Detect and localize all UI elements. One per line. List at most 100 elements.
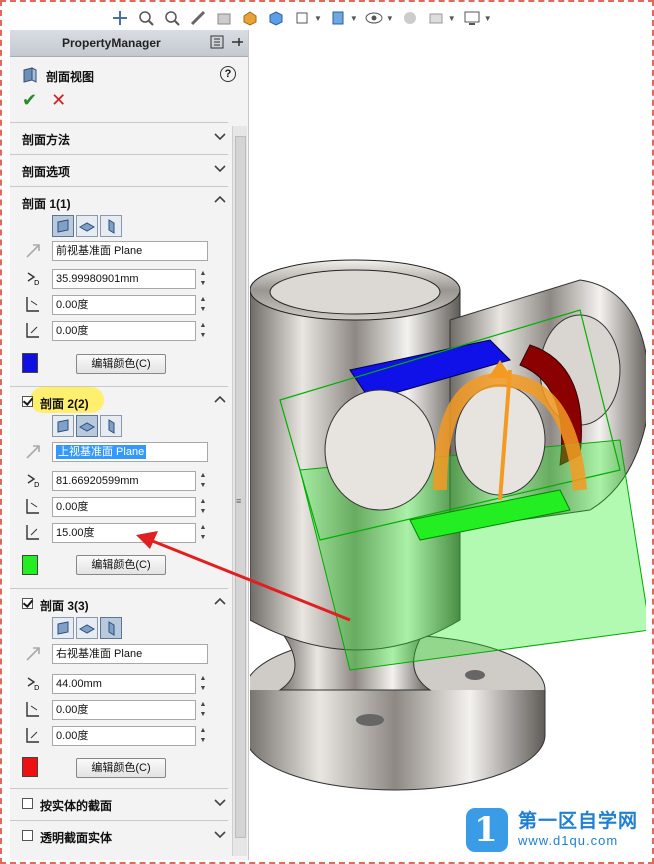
y-rotation-spinner[interactable]: ▲ ▼ xyxy=(198,321,208,341)
x-rotation-field[interactable]: 0.00度 xyxy=(52,295,196,315)
plane-button-row xyxy=(52,617,122,639)
y-rotation-icon xyxy=(24,523,42,541)
section-view-feature-icon xyxy=(22,67,38,83)
y-rotation-spinner[interactable]: ▲ ▼ xyxy=(198,726,208,746)
chevron-down-icon[interactable]: ▼ xyxy=(448,14,456,23)
offset-distance-field[interactable]: 35.99980901mm xyxy=(52,269,196,289)
appearance-icon[interactable] xyxy=(400,9,420,27)
scroll-grip-icon: ≡ xyxy=(236,496,242,506)
top-plane-button[interactable] xyxy=(76,415,98,437)
front-plane-button[interactable] xyxy=(52,215,74,237)
right-plane-button[interactable] xyxy=(100,617,122,639)
section-2-checkbox[interactable] xyxy=(22,396,33,407)
group-header[interactable]: 剖面 2(2) xyxy=(10,387,228,417)
chevron-down-icon[interactable]: ▼ xyxy=(484,14,492,23)
group-title: 剖面 3(3) xyxy=(40,599,89,613)
section-by-body-checkbox[interactable] xyxy=(22,798,33,809)
x-rotation-icon xyxy=(24,295,42,313)
svg-text:D: D xyxy=(34,684,39,692)
display-style-icon[interactable] xyxy=(292,9,312,27)
group-title: 按实体的截面 xyxy=(40,799,113,813)
pin-icon[interactable] xyxy=(230,35,244,52)
hide-show-items-icon[interactable] xyxy=(328,9,348,27)
section-view-icon[interactable] xyxy=(188,9,208,27)
reference-plane-field[interactable]: 上视基准面 Plane xyxy=(52,442,208,462)
model-viewport[interactable] xyxy=(250,30,646,856)
top-plane-button[interactable] xyxy=(76,617,98,639)
chevron-up-icon[interactable] xyxy=(212,392,228,408)
chevron-down-icon[interactable] xyxy=(212,128,228,144)
chevron-down-icon[interactable] xyxy=(212,826,228,842)
x-rotation-spinner[interactable]: ▲ ▼ xyxy=(198,700,208,720)
help-button[interactable]: ? xyxy=(220,66,236,82)
offset-spinner[interactable]: ▲ ▼ xyxy=(198,471,208,491)
scrollbar-thumb[interactable] xyxy=(235,136,246,838)
chevron-up-icon[interactable] xyxy=(212,192,228,208)
right-plane-button[interactable] xyxy=(100,215,122,237)
group-section-by-body: 按实体的截面 xyxy=(10,788,228,819)
eye-icon[interactable] xyxy=(364,9,384,27)
edit-color-button[interactable]: 编辑颜色(C) xyxy=(76,354,166,374)
x-rotation-field[interactable]: 0.00度 xyxy=(52,700,196,720)
watermark-logo: 1 第一区自学网 www.d1qu.com xyxy=(466,806,642,854)
transparent-section-checkbox[interactable] xyxy=(22,830,33,841)
x-rotation-spinner[interactable]: ▲ ▼ xyxy=(198,497,208,517)
group-header[interactable]: 剖面方法 xyxy=(10,123,228,153)
chevron-up-icon[interactable] xyxy=(212,594,228,610)
plane-button-row xyxy=(52,415,122,437)
y-rotation-field[interactable]: 15.00度 xyxy=(52,523,196,543)
chevron-down-icon[interactable]: ▼ xyxy=(350,14,358,23)
zoom-to-fit-icon[interactable] xyxy=(110,9,130,27)
view-orientation-icon[interactable] xyxy=(240,9,260,27)
view-settings-icon[interactable] xyxy=(462,9,482,27)
reference-plane-field[interactable]: 前视基准面 Plane xyxy=(52,241,208,261)
group-title: 剖面 2(2) xyxy=(40,397,89,411)
previous-view-icon[interactable] xyxy=(162,9,182,27)
chevron-down-icon[interactable] xyxy=(212,160,228,176)
cancel-button[interactable]: ✕ xyxy=(51,90,66,111)
offset-distance-field[interactable]: 81.66920599mm xyxy=(52,471,196,491)
chevron-down-icon[interactable] xyxy=(212,794,228,810)
y-rotation-field[interactable]: 0.00度 xyxy=(52,726,196,746)
scene-icon[interactable] xyxy=(426,9,446,27)
group-header[interactable]: 剖面选项 xyxy=(10,155,228,185)
x-rotation-field[interactable]: 0.00度 xyxy=(52,497,196,517)
logo-mark: 1 xyxy=(466,808,508,852)
chevron-down-icon[interactable]: ▼ xyxy=(314,14,322,23)
section-3-checkbox[interactable] xyxy=(22,598,33,609)
group-header[interactable]: 透明截面实体 xyxy=(10,821,228,851)
panel-scrollbar[interactable]: ≡ xyxy=(232,126,247,856)
group-transparent-section: 透明截面实体 xyxy=(10,820,228,851)
svg-text:D: D xyxy=(34,481,39,489)
front-plane-button[interactable] xyxy=(52,415,74,437)
front-plane-button[interactable] xyxy=(52,617,74,639)
group-header[interactable]: 剖面 3(3) xyxy=(10,589,228,619)
section-color-swatch xyxy=(22,555,38,575)
expand-panel-icon[interactable] xyxy=(210,35,224,52)
offset-spinner[interactable]: ▲ ▼ xyxy=(198,674,208,694)
top-plane-button[interactable] xyxy=(76,215,98,237)
group-header[interactable]: 剖面 1(1) xyxy=(10,187,228,217)
chevron-down-icon[interactable]: ▼ xyxy=(386,14,394,23)
group-title: 剖面选项 xyxy=(22,165,71,179)
panel-header: PropertyManager xyxy=(10,30,248,57)
reference-plane-field[interactable]: 右视基准面 Plane xyxy=(52,644,208,664)
x-rotation-spinner[interactable]: ▲ ▼ xyxy=(198,295,208,315)
dynamic-annotation-icon[interactable] xyxy=(214,9,234,27)
offset-distance-field[interactable]: 44.00mm xyxy=(52,674,196,694)
offset-distance-icon: D xyxy=(24,269,42,287)
group-section-1: 剖面 1(1) 前视基准面 Plane D 35.99980901mm ▲ ▼ 0… xyxy=(10,186,228,387)
group-section-method: 剖面方法 xyxy=(10,122,228,153)
svg-text:D: D xyxy=(34,279,39,287)
group-header[interactable]: 按实体的截面 xyxy=(10,789,228,819)
cube-view-icon[interactable] xyxy=(266,9,286,27)
edit-color-button[interactable]: 编辑颜色(C) xyxy=(76,555,166,575)
offset-spinner[interactable]: ▲ ▼ xyxy=(198,269,208,289)
x-rotation-icon xyxy=(24,497,42,515)
zoom-area-icon[interactable] xyxy=(136,9,156,27)
y-rotation-spinner[interactable]: ▲ ▼ xyxy=(198,523,208,543)
right-plane-button[interactable] xyxy=(100,415,122,437)
y-rotation-field[interactable]: 0.00度 xyxy=(52,321,196,341)
edit-color-button[interactable]: 编辑颜色(C) xyxy=(76,758,166,778)
ok-button[interactable]: ✔ xyxy=(22,90,37,111)
